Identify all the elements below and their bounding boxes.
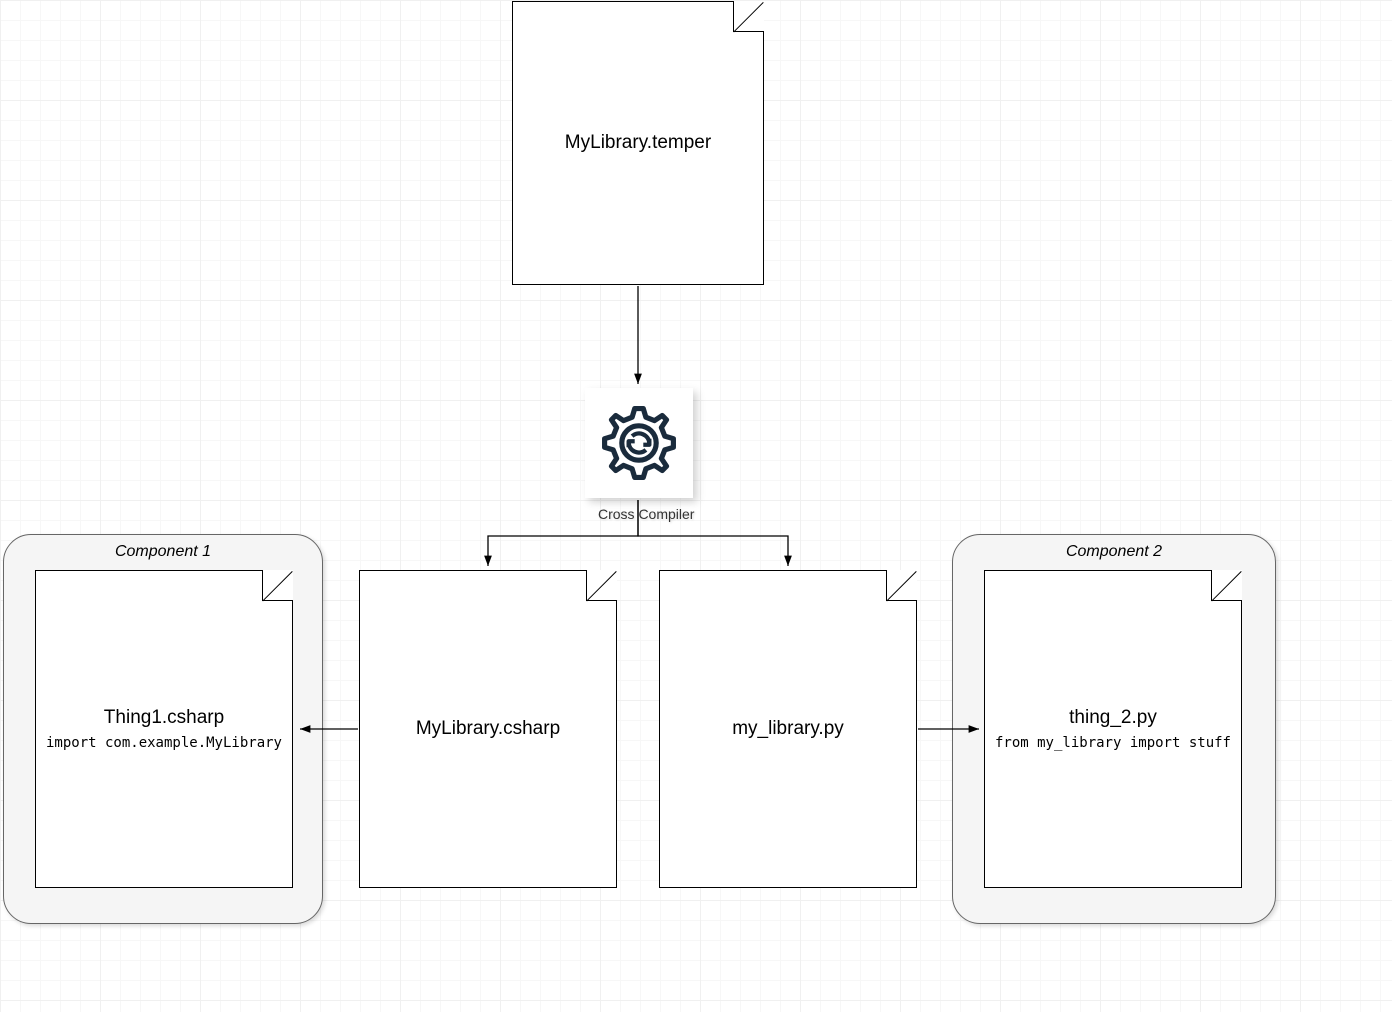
source-file-title: MyLibrary.temper [565,132,711,154]
source-file-document: MyLibrary.temper [512,1,764,285]
output-csharp-document: MyLibrary.csharp [359,570,617,888]
cross-compiler-label: Cross Compiler [598,506,694,522]
component-1-file-title: Thing1.csharp [104,707,224,729]
component-1-file-document: Thing1.csharp import com.example.MyLibra… [35,570,293,888]
component-2-label: Component 2 [953,543,1275,561]
component-2-file-code: from my_library import stuff [995,735,1231,751]
component-2-file-title: thing_2.py [1069,707,1157,729]
cross-compiler-box [585,388,693,498]
component-1-file-code: import com.example.MyLibrary [46,735,282,751]
component-2-file-document: thing_2.py from my_library import stuff [984,570,1242,888]
output-python-document: my_library.py [659,570,917,888]
component-1-label: Component 1 [4,543,322,561]
output-python-title: my_library.py [732,718,844,740]
gear-icon [596,400,682,486]
output-csharp-title: MyLibrary.csharp [416,718,560,740]
